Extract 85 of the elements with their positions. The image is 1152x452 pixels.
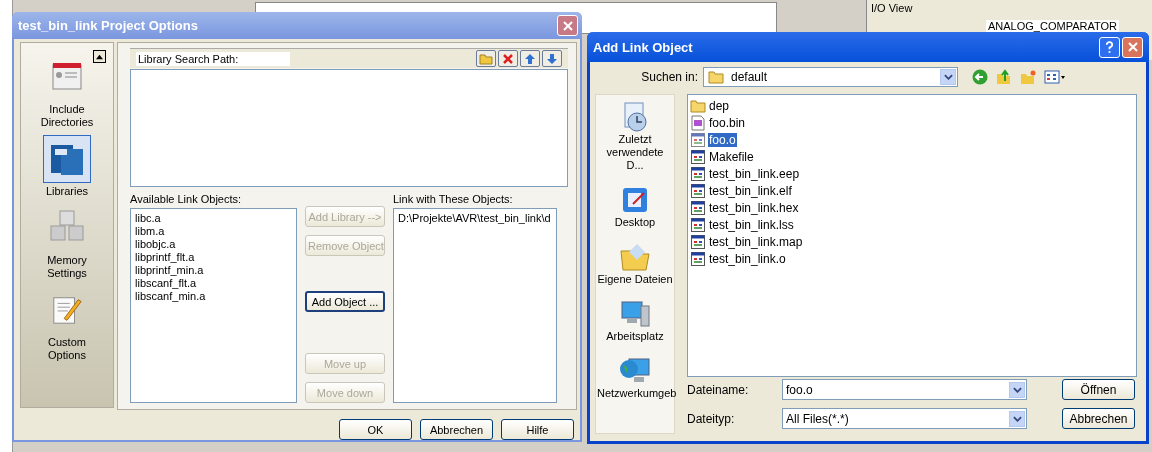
place-item[interactable]: Zuletzt verwendete D... bbox=[596, 101, 674, 172]
up-folder-icon[interactable] bbox=[996, 69, 1012, 85]
file-name-field[interactable]: foo.o bbox=[782, 379, 1027, 400]
sidebar-label: Libraries bbox=[45, 185, 89, 198]
move-down-button[interactable] bbox=[542, 50, 562, 68]
notepad-pencil-icon bbox=[51, 294, 83, 326]
window-file-icon bbox=[690, 165, 706, 182]
window-file-icon bbox=[690, 216, 706, 233]
close-icon bbox=[562, 20, 573, 31]
arrow-up-icon bbox=[524, 52, 536, 65]
list-item[interactable]: libm.a bbox=[135, 225, 165, 238]
folder-icon bbox=[690, 97, 706, 114]
list-item[interactable]: libobjc.a bbox=[135, 238, 176, 251]
view-menu-icon[interactable] bbox=[1044, 69, 1066, 85]
place-item[interactable]: Eigene Dateien bbox=[596, 241, 674, 286]
arrow-down-icon bbox=[546, 52, 558, 65]
open-button[interactable]: Öffnen bbox=[1062, 379, 1135, 400]
list-item[interactable]: libprintf_min.a bbox=[135, 264, 204, 277]
sidebar-label: Include Directories bbox=[39, 103, 95, 129]
list-label: Available Link Objects: bbox=[130, 193, 243, 205]
delete-button[interactable] bbox=[498, 50, 518, 68]
file-item[interactable]: Makefile bbox=[690, 148, 755, 165]
search-path-list[interactable] bbox=[130, 69, 568, 187]
file-item[interactable]: test_bin_link.o bbox=[690, 250, 787, 267]
folder-icon bbox=[479, 52, 493, 65]
dialog-button[interactable]: OK bbox=[339, 419, 412, 440]
scroll-up-button[interactable] bbox=[93, 50, 106, 63]
look-in-label: Suchen in: bbox=[640, 70, 699, 84]
new-folder-icon[interactable] bbox=[1020, 69, 1036, 85]
close-button[interactable] bbox=[1122, 36, 1143, 58]
sidebar-label: Custom Options bbox=[47, 336, 87, 362]
place-item[interactable]: Netzwerkumgeb bbox=[596, 355, 674, 400]
file-type-dropdown[interactable]: All Files(*.*) bbox=[782, 408, 1027, 429]
place-item[interactable]: Arbeitsplatz bbox=[596, 298, 674, 343]
window-file-icon bbox=[690, 199, 706, 216]
question-mark-icon bbox=[1105, 40, 1114, 54]
look-in-dropdown[interactable]: default bbox=[703, 67, 958, 87]
file-type-label: Dateityp: bbox=[687, 411, 736, 426]
window-file-icon bbox=[690, 131, 706, 148]
list-label: Link with These Objects: bbox=[393, 193, 514, 205]
window-title: Add Link Object bbox=[593, 39, 693, 55]
sidebar-item[interactable] bbox=[43, 135, 91, 183]
file-item[interactable]: dep bbox=[690, 97, 731, 114]
back-icon[interactable] bbox=[972, 69, 988, 85]
window-file-icon bbox=[690, 250, 706, 267]
list-item[interactable]: libscanf_min.a bbox=[135, 290, 206, 303]
search-path-label: Library Search Path: bbox=[136, 51, 290, 66]
delete-icon bbox=[502, 52, 514, 65]
file-item[interactable]: test_bin_link.elf bbox=[690, 182, 793, 199]
window-title: test_bin_link Project Options bbox=[18, 18, 198, 33]
document-icon bbox=[690, 114, 706, 131]
cancel-button[interactable]: Abbrechen bbox=[1062, 408, 1135, 429]
window-file-icon bbox=[690, 233, 706, 250]
help-button[interactable] bbox=[1099, 36, 1120, 58]
folder-icon bbox=[619, 241, 651, 273]
file-name-label: Dateiname: bbox=[687, 382, 750, 397]
chevron-down-icon bbox=[1012, 415, 1022, 422]
file-item[interactable]: test_bin_link.hex bbox=[690, 199, 800, 216]
list-item[interactable]: D:\Projekte\AVR\test_bin_link\d bbox=[398, 212, 551, 225]
move-up-button[interactable] bbox=[520, 50, 540, 68]
list-item[interactable]: libprintf_flt.a bbox=[135, 251, 195, 264]
window-file-icon bbox=[690, 148, 706, 165]
file-item[interactable]: test_bin_link.map bbox=[690, 233, 804, 250]
dialog-button[interactable]: Hilfe bbox=[501, 419, 574, 440]
panel-title: I/O View bbox=[871, 2, 913, 14]
new-folder-button[interactable] bbox=[476, 50, 496, 68]
triangle-up-icon bbox=[95, 53, 104, 60]
action-button[interactable]: Add Object ... bbox=[305, 291, 385, 312]
file-item[interactable]: foo.bin bbox=[690, 114, 747, 131]
list-item[interactable]: libscanf_flt.a bbox=[135, 277, 197, 290]
place-item[interactable]: Desktop bbox=[596, 184, 674, 229]
sidebar-label: Memory Settings bbox=[46, 254, 88, 280]
address-card-icon bbox=[51, 61, 83, 93]
dialog-button[interactable]: Abbrechen bbox=[420, 419, 493, 440]
list-item[interactable]: libc.a bbox=[135, 212, 161, 225]
computer-icon bbox=[619, 298, 651, 330]
chevron-down-icon bbox=[1012, 386, 1022, 393]
window-file-icon bbox=[690, 182, 706, 199]
close-icon bbox=[1127, 42, 1138, 52]
close-button[interactable] bbox=[557, 15, 578, 36]
file-item[interactable]: test_bin_link.eep bbox=[690, 165, 801, 182]
file-item[interactable]: test_bin_link.lss bbox=[690, 216, 795, 233]
module-selector[interactable]: ANALOG_COMPARATOR bbox=[986, 20, 1119, 32]
chevron-down-icon bbox=[943, 74, 953, 80]
folder-icon bbox=[708, 70, 724, 84]
